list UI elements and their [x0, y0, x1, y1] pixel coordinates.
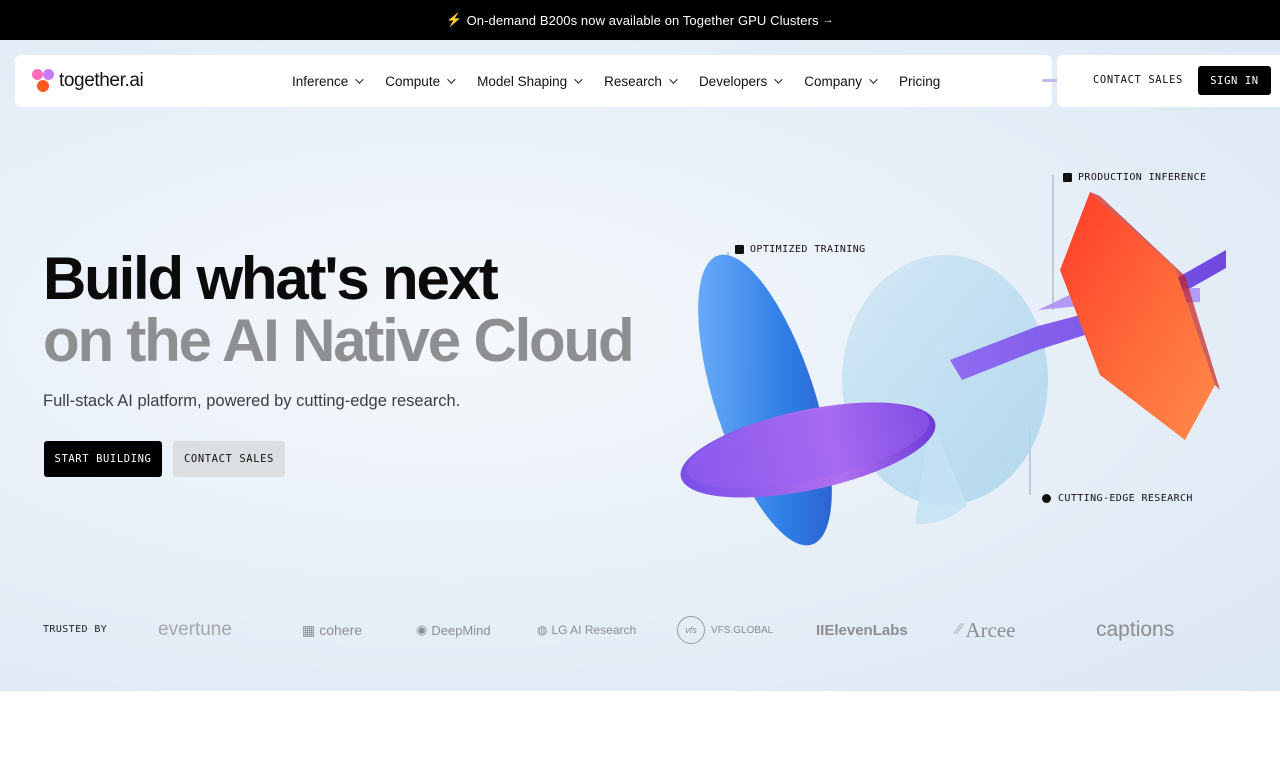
nav-item-inference[interactable]: Inference: [292, 73, 364, 89]
chevron-down-icon: [669, 75, 678, 84]
hero-headline: Build what's next: [43, 245, 499, 312]
start-building-button[interactable]: START BUILDING: [44, 441, 162, 477]
announcement-text: On-demand B200s now available on Togethe…: [466, 12, 819, 28]
nav-item-compute[interactable]: Compute: [385, 73, 456, 89]
logo-cohere: ▦ cohere: [302, 612, 362, 648]
nav-menu: Inference Compute Model Shaping Research…: [292, 55, 964, 107]
vfs-icon: vfs: [677, 616, 705, 644]
logo-vfs-global: vfs VFS.GLOBAL: [677, 612, 773, 648]
logo-captions: captions: [1096, 612, 1174, 648]
nav-item-label: Model Shaping: [477, 73, 568, 89]
logo-elevenlabs: IIElevenLabs: [816, 612, 908, 648]
logo-text: together.ai: [59, 70, 144, 91]
logo-mark-icon: [32, 69, 56, 93]
hero-subtitle: Full-stack AI platform, powered by cutti…: [43, 392, 461, 410]
chevron-down-icon: [355, 75, 364, 84]
logo-lg-ai-research: ◍ LG AI Research: [537, 612, 636, 648]
chevron-down-icon: [869, 75, 878, 84]
deepmind-icon: ◉: [416, 622, 428, 637]
logo-text: evertune: [158, 619, 232, 640]
tag-production-inference: PRODUCTION INFERENCE: [1063, 172, 1206, 183]
square-icon: [1063, 173, 1072, 182]
tag-cutting-edge-research: CUTTING-EDGE RESEARCH: [1042, 493, 1193, 504]
sign-in-button[interactable]: SIGN IN: [1198, 66, 1271, 95]
main-nav: together.ai Inference Compute Model Shap…: [15, 55, 1052, 107]
nav-item-research[interactable]: Research: [604, 73, 678, 89]
chevron-down-icon: [574, 75, 583, 84]
nav-item-developers[interactable]: Developers: [698, 73, 783, 89]
tag-label: CUTTING-EDGE RESEARCH: [1058, 493, 1193, 504]
hero-headline-secondary: on the AI Native Cloud: [43, 307, 635, 374]
cohere-icon: ▦: [302, 621, 316, 638]
together-logo[interactable]: together.ai: [32, 69, 144, 93]
chevron-down-icon: [447, 75, 456, 84]
logo-text: IIElevenLabs: [816, 621, 908, 639]
square-icon: [735, 245, 744, 254]
logo-evertune: evertune: [158, 612, 232, 648]
arcee-icon: ⁄⁄: [956, 621, 962, 638]
nav-item-label: Developers: [698, 73, 768, 89]
logo-text: Arcee: [965, 617, 1016, 642]
logo-text: cohere: [319, 622, 363, 638]
tag-label: PRODUCTION INFERENCE: [1078, 172, 1207, 183]
nav-item-company[interactable]: Company: [804, 73, 878, 89]
logo-text: DeepMind: [431, 622, 491, 638]
hero-illustration: OPTIMIZED TRAINING PRODUCTION INFERENCE …: [640, 150, 1280, 570]
lightning-icon: ⚡: [446, 12, 463, 27]
circle-icon: [1042, 494, 1051, 503]
nav-item-label: Company: [804, 73, 863, 89]
tag-optimized-training: OPTIMIZED TRAINING: [735, 244, 866, 255]
chevron-down-icon: [774, 75, 783, 84]
logo-text: VFS.GLOBAL: [711, 624, 774, 636]
nav-item-label: Compute: [385, 73, 441, 89]
arrow-right-icon: →: [822, 14, 834, 26]
logo-text: LG AI Research: [551, 623, 637, 637]
trusted-by-label: TRUSTED BY: [43, 624, 108, 635]
nav-item-model-shaping[interactable]: Model Shaping: [477, 73, 583, 89]
nav-actions: CONTACT SALES SIGN IN: [1057, 55, 1280, 107]
logo-deepmind: ◉ DeepMind: [416, 612, 491, 648]
abstract-3d-shapes: [680, 175, 1226, 546]
announcement-bar[interactable]: ⚡ On-demand B200s now available on Toget…: [0, 0, 1280, 40]
customer-logos: evertune ▦ cohere ◉ DeepMind ◍ LG AI Resear…: [150, 612, 1280, 648]
nav-item-label: Pricing: [899, 73, 941, 89]
lg-icon: ◍: [537, 623, 548, 637]
nav-item-label: Inference: [292, 73, 349, 89]
nav-item-pricing[interactable]: Pricing: [899, 74, 940, 89]
logo-text: captions: [1096, 618, 1175, 641]
nav-item-label: Research: [604, 73, 662, 89]
nav-contact-sales-button[interactable]: CONTACT SALES: [1093, 74, 1183, 86]
contact-sales-button[interactable]: CONTACT SALES: [173, 441, 285, 477]
tag-label: OPTIMIZED TRAINING: [750, 244, 866, 255]
logo-arcee: ⁄⁄ Arcee: [956, 612, 1015, 648]
